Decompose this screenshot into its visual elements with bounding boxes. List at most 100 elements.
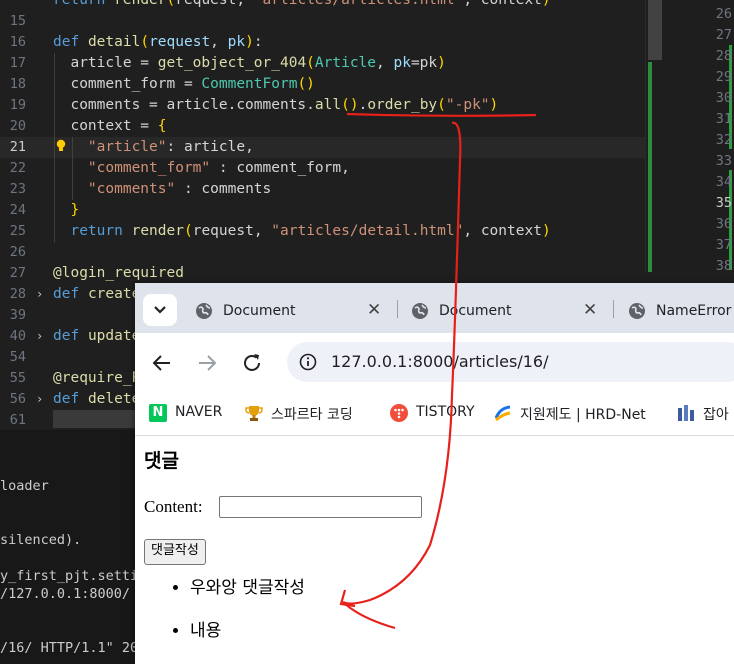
line-number: 20 (9, 118, 26, 134)
code-line[interactable]: 21 "article": article, (0, 137, 650, 158)
code-line[interactable]: 25 return render(request, "articles/deta… (0, 221, 650, 242)
line-number: 37 (715, 237, 732, 253)
content-input[interactable] (219, 496, 422, 518)
code-line[interactable]: 27 @login_required (0, 263, 650, 284)
line-number: 24 (9, 202, 26, 218)
line-number: 56 (9, 391, 26, 407)
line-number: 27 (9, 265, 26, 281)
page-content: 댓글 Content: 댓글작성 우와앙 댓글작성 내용 (135, 436, 734, 664)
globe-icon (629, 303, 645, 319)
tab-separator (397, 300, 398, 318)
terminal-line: /16/ HTTP/1.1" 20 (0, 640, 139, 656)
line-number: 18 (9, 76, 26, 92)
tab-title: Document (223, 303, 296, 319)
reload-icon[interactable] (240, 351, 264, 375)
terminal-line: /127.0.0.1:8000/ (0, 586, 131, 602)
job-icon (678, 405, 694, 421)
chevron-down-icon (154, 306, 166, 314)
line-number: 35 (715, 195, 732, 211)
code-text: "comment_form" : comment_form, (87, 160, 350, 176)
info-icon[interactable] (299, 353, 317, 371)
code-line[interactable]: 19 comments = article.comments.all().ord… (0, 95, 650, 116)
terminal-line: loader (0, 478, 49, 494)
forward-arrow-icon[interactable] (195, 351, 219, 375)
tab-title: Document (439, 303, 512, 319)
code-line[interactable]: 26 (0, 242, 650, 263)
globe-icon (196, 303, 212, 319)
line-number: 26 (715, 6, 732, 22)
hrd-icon (494, 405, 511, 422)
code-line[interactable]: 15 (0, 11, 650, 32)
tab-bar: Document ✕ Document ✕ NameError (135, 283, 734, 333)
terminal-line: silenced). (0, 532, 82, 548)
code-line[interactable]: 17 article = get_object_or_404(Article, … (0, 53, 650, 74)
code-text: comments = article.comments.all().order_… (53, 97, 499, 113)
bookmarks-bar: N NAVER 스파르타 코딩 TISTORY 지원제도 | HRD-Net 잡… (135, 391, 734, 436)
content-label: Content: (144, 497, 203, 516)
line-number: 28 (9, 286, 26, 302)
code-line[interactable]: 22 "comment_form" : comment_form, (0, 158, 650, 179)
code-text: } (70, 202, 80, 218)
line-number: 23 (9, 181, 26, 197)
tab-title: NameError (656, 303, 732, 319)
indent-guide (54, 53, 55, 242)
line-number: 29 (715, 69, 732, 85)
vertical-scrollbar[interactable] (648, 0, 662, 60)
tab-separator (613, 300, 614, 318)
line-number: 26 (9, 244, 26, 260)
globe-icon (412, 303, 428, 319)
line-number: 36 (715, 216, 732, 232)
bookmark-label: NAVER (175, 404, 223, 420)
line-number: 34 (715, 174, 732, 190)
code-line[interactable]: 23 "comments" : comments (0, 179, 650, 200)
close-tab-icon[interactable]: ✕ (583, 300, 597, 320)
tistory-icon (390, 404, 408, 422)
browser-tab[interactable]: NameError (628, 294, 734, 330)
page-heading: 댓글 (144, 450, 179, 472)
back-arrow-icon[interactable] (150, 351, 174, 375)
code-line[interactable]: 18 comment_form = CommentForm() (0, 74, 650, 95)
bookmark-label: TISTORY (416, 404, 475, 420)
code-line[interactable]: return render(request, "articles/article… (0, 0, 650, 11)
submit-comment-button[interactable]: 댓글작성 (144, 539, 206, 565)
line-number: 40 (9, 328, 26, 344)
code-text: def detail(request, pk): (53, 34, 263, 50)
comment-item: 내용 (190, 619, 305, 662)
line-number: 17 (9, 55, 26, 71)
code-line[interactable]: 24 } (0, 200, 650, 221)
bookmark-label: 잡아 (703, 407, 729, 423)
line-number: 15 (9, 13, 26, 29)
naver-icon: N (149, 404, 167, 422)
line-number: 31 (715, 111, 732, 127)
code-text: return render(request, "articles/detail.… (70, 223, 551, 239)
code-text: context = { (53, 118, 167, 134)
code-line[interactable]: 20 context = { (0, 116, 650, 137)
line-number: 25 (9, 223, 26, 239)
comment-item: 우와앙 댓글작성 (190, 576, 305, 619)
fold-chevron-icon[interactable]: › (36, 284, 43, 305)
code-line[interactable]: 16 def detail(request, pk): (0, 32, 650, 53)
tab-search-button[interactable] (143, 294, 177, 326)
code-text: "article": article, (87, 139, 254, 155)
lightbulb-icon[interactable] (56, 138, 66, 154)
trophy-icon (245, 406, 263, 421)
line-number: 39 (9, 307, 26, 323)
code-text: "comments" : comments (87, 181, 272, 197)
fold-chevron-icon[interactable]: › (36, 389, 43, 410)
code-text: return render(request, "articles/article… (53, 0, 551, 8)
address-bar[interactable]: 127.0.0.1:8000/articles/16/ (287, 342, 734, 382)
line-number: 38 (715, 258, 732, 274)
terminal-line: y_first_pjt.setti (0, 568, 139, 584)
browser-tab[interactable]: Document ✕ (195, 294, 385, 330)
bookmark-label: 지원제도 | HRD-Net (520, 407, 646, 423)
line-number: 30 (715, 90, 732, 106)
close-tab-icon[interactable]: ✕ (367, 300, 381, 320)
line-number: 19 (9, 97, 26, 113)
browser-tab[interactable]: Document ✕ (411, 294, 601, 330)
line-number: 33 (715, 153, 732, 169)
comment-list: 우와앙 댓글작성 내용 (135, 576, 305, 662)
line-number: 32 (715, 132, 732, 148)
fold-chevron-icon[interactable]: › (36, 326, 43, 347)
git-change-bar (648, 62, 652, 272)
indent-guide (72, 137, 73, 200)
